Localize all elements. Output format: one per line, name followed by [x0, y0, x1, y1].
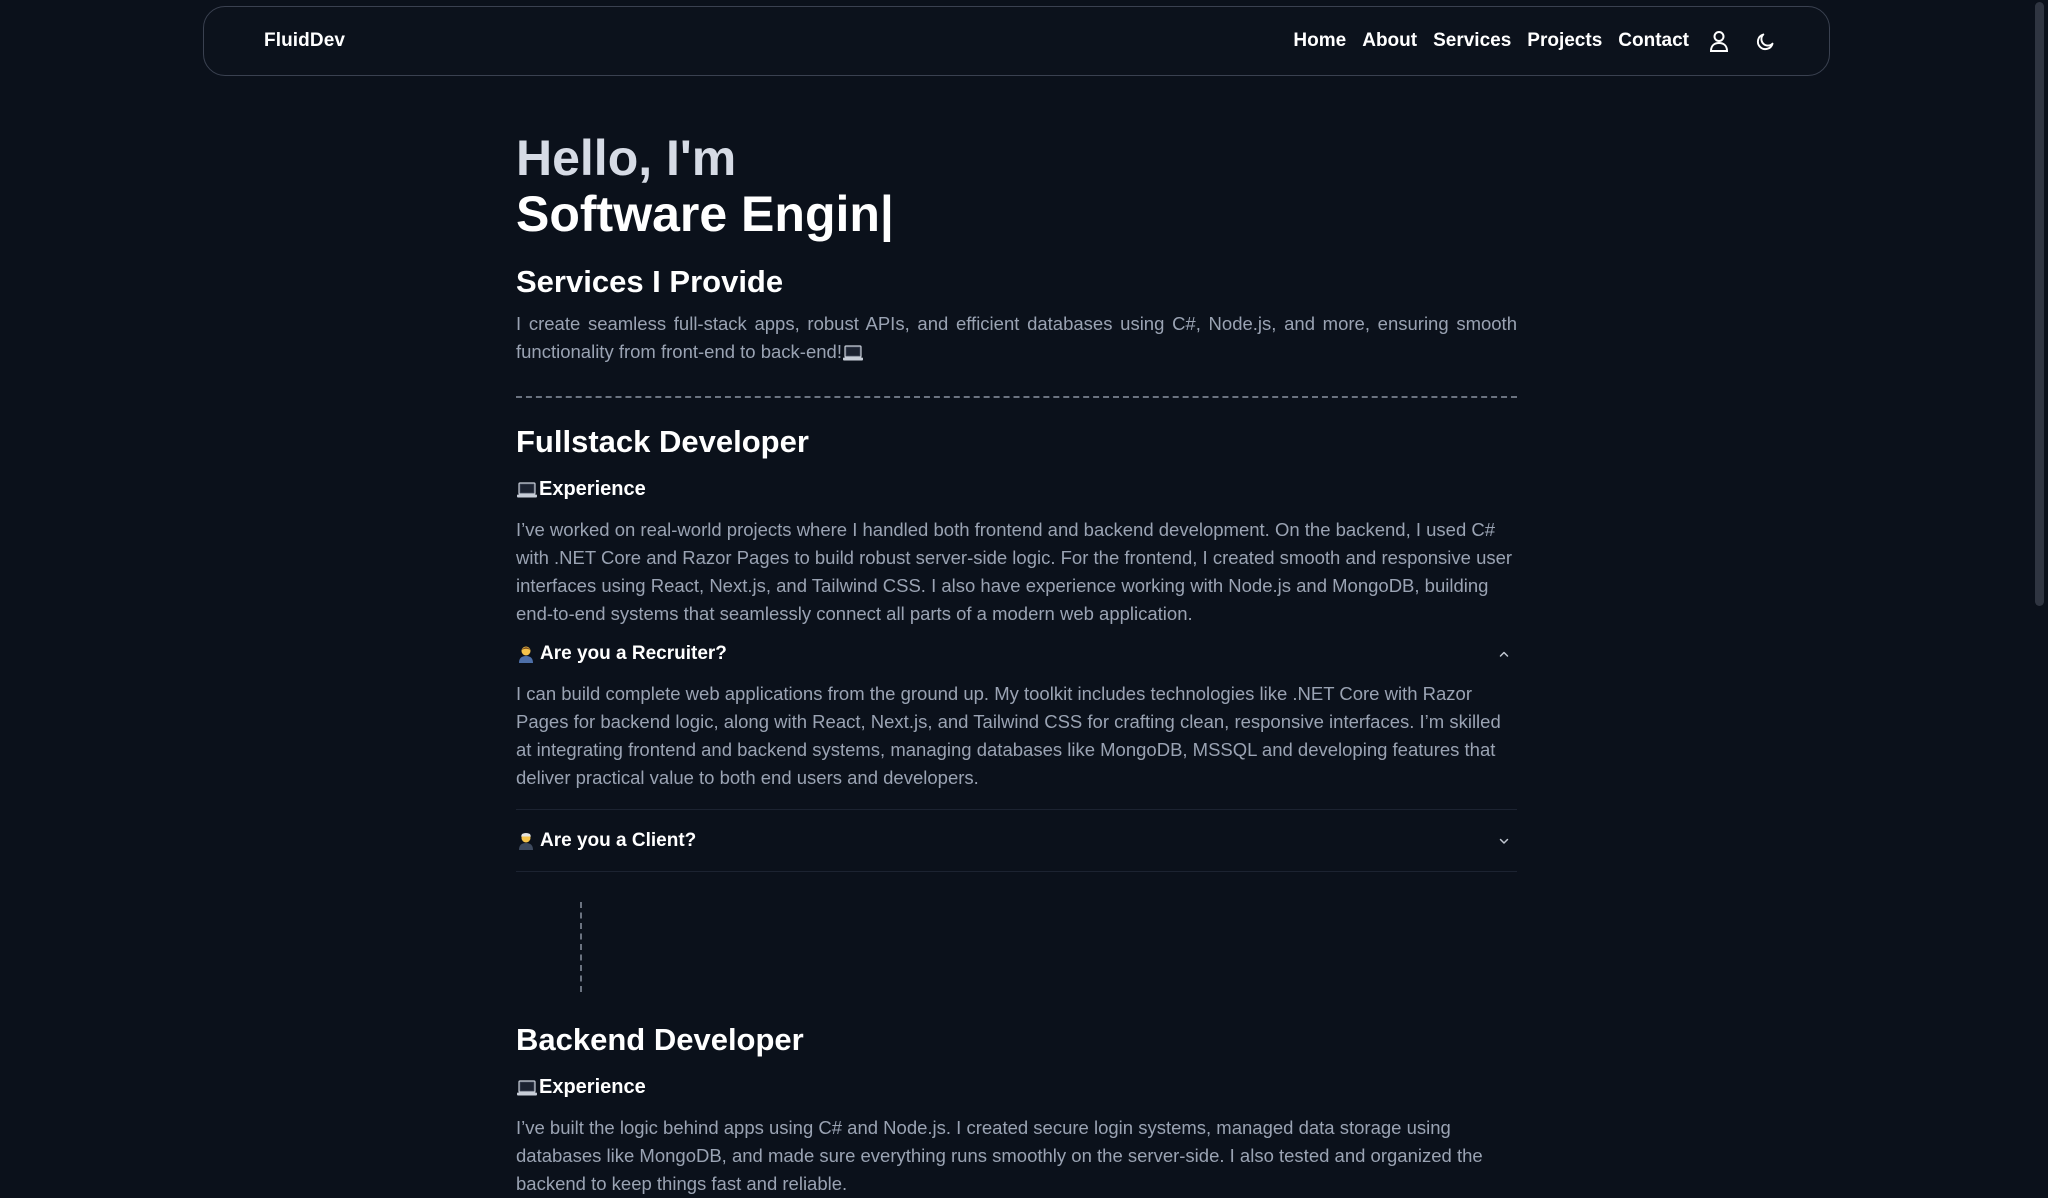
- nav-link-about[interactable]: About: [1362, 30, 1417, 52]
- backend-experience-text: I’ve built the logic behind apps using C…: [516, 1117, 1483, 1194]
- backend-title: Backend Developer: [516, 1022, 804, 1057]
- hero-greeting: Hello, I'm: [516, 130, 737, 186]
- nav-link-services[interactable]: Services: [1433, 30, 1511, 52]
- main-content: Hello, I'm Software Engin| Services I Pr…: [516, 128, 1517, 1198]
- scrollbar-track[interactable]: [2032, 0, 2048, 1193]
- client-accordion-label: Are you a Client?: [516, 830, 696, 852]
- backend-experience-label: Experience: [539, 1076, 646, 1098]
- timeline-connector: [580, 902, 582, 992]
- person-emoji-icon: [516, 644, 536, 664]
- services-description-text: I create seamless full-stack apps, robus…: [516, 313, 1517, 362]
- laptop-icon: [842, 343, 864, 363]
- nav-link-contact[interactable]: Contact: [1618, 30, 1689, 52]
- chevron-up-icon[interactable]: [1497, 647, 1511, 661]
- fullstack-title: Fullstack Developer: [516, 424, 809, 459]
- fullstack-experience-heading: Experience: [516, 474, 1517, 504]
- recruiter-question: Are you a Recruiter?: [540, 643, 727, 664]
- navbar: FluidDev Home About Services Projects Co…: [203, 6, 1830, 76]
- section-divider: [516, 396, 1517, 398]
- services-description: I create seamless full-stack apps, robus…: [516, 310, 1517, 366]
- recruiter-answer: I can build complete web applications fr…: [516, 680, 1517, 810]
- backend-experience-heading: Experience: [516, 1072, 1517, 1102]
- chevron-down-icon[interactable]: [1497, 834, 1511, 848]
- client-question: Are you a Client?: [540, 829, 697, 851]
- laptop-icon: [516, 479, 538, 499]
- scrollbar-thumb[interactable]: [2035, 2, 2044, 606]
- nav-links: Home About Services Projects Contact: [1293, 29, 1777, 53]
- fullstack-experience-text: I’ve worked on real-world projects where…: [516, 519, 1513, 624]
- hero-typing-title: Software Engin|: [516, 186, 894, 242]
- moon-icon[interactable]: [1753, 29, 1777, 53]
- recruiter-accordion-toggle[interactable]: Are you a Recruiter?: [516, 640, 1517, 668]
- services-title: Services I Provide: [516, 264, 784, 299]
- nav-link-home[interactable]: Home: [1293, 30, 1346, 52]
- fullstack-experience-label: Experience: [539, 478, 646, 500]
- recruiter-accordion-label: Are you a Recruiter?: [516, 643, 727, 665]
- user-icon[interactable]: [1707, 29, 1731, 53]
- person-emoji-icon: [516, 831, 536, 851]
- client-accordion-toggle[interactable]: Are you a Client?: [516, 810, 1517, 872]
- brand-logo[interactable]: FluidDev: [264, 30, 345, 52]
- laptop-icon: [516, 1077, 538, 1097]
- nav-link-projects[interactable]: Projects: [1527, 30, 1602, 52]
